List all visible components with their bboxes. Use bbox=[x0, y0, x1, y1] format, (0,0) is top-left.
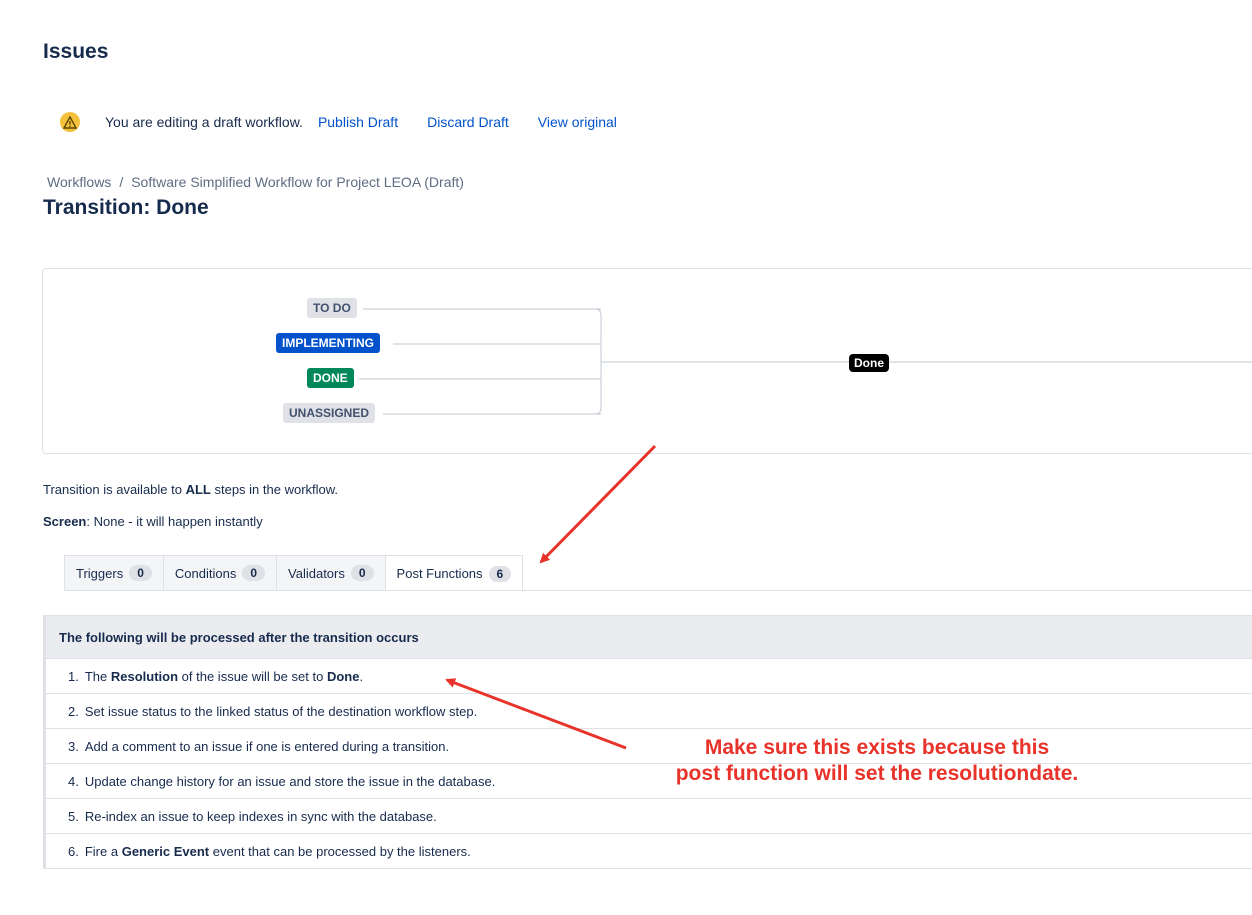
table-row: 1. The Resolution of the issue will be se… bbox=[46, 659, 1252, 694]
row-text: Add a comment to an issue if one is ente… bbox=[84, 738, 450, 754]
view-original-link[interactable]: View original bbox=[538, 114, 617, 130]
availability-bold: ALL bbox=[185, 482, 211, 497]
table-row: 6. Fire a Generic Event event that can be… bbox=[46, 834, 1252, 869]
draft-warning-bar: You are editing a draft workflow. Publis… bbox=[60, 111, 646, 133]
tab-label: Post Functions bbox=[396, 566, 483, 581]
tab-count-badge: 6 bbox=[488, 565, 512, 582]
transition-diagram: TO DO IMPLEMENTING DONE UNASSIGNED Done bbox=[42, 268, 1252, 454]
row-number: 5. bbox=[68, 808, 79, 824]
row-text: of the issue will be set to bbox=[181, 668, 324, 684]
annotation-callout: Make sure this exists because this post … bbox=[612, 735, 1142, 787]
tab-count-badge: 0 bbox=[129, 565, 152, 581]
tab-label: Validators bbox=[288, 565, 345, 581]
table-row: 5. Re-index an issue to keep indexes in s… bbox=[46, 799, 1252, 834]
screen-value: : None - it will happen instantly bbox=[86, 514, 263, 529]
row-text: Update change history for an issue and s… bbox=[84, 773, 496, 789]
row-text: The bbox=[84, 668, 108, 684]
publish-draft-link[interactable]: Publish Draft bbox=[318, 114, 398, 130]
post-functions-header: The following will be processed after th… bbox=[46, 615, 1252, 659]
row-text: Set issue status to the linked status of… bbox=[84, 703, 478, 719]
row-number: 3. bbox=[68, 738, 79, 754]
status-done-lozenge: DONE bbox=[307, 368, 354, 388]
discard-draft-link[interactable]: Discard Draft bbox=[427, 114, 509, 130]
tab-triggers[interactable]: Triggers 0 bbox=[64, 555, 164, 590]
row-number: 6. bbox=[68, 843, 79, 859]
warning-icon bbox=[60, 112, 80, 132]
tabs-divider bbox=[64, 590, 1252, 591]
row-bold-text: Resolution bbox=[110, 668, 179, 684]
status-implementing-lozenge: IMPLEMENTING bbox=[276, 333, 380, 353]
tab-count-badge: 0 bbox=[242, 565, 266, 581]
availability-pre: Transition is available to bbox=[43, 482, 186, 497]
availability-info: Transition is available to ALL steps in … bbox=[43, 482, 338, 497]
row-text: Re-index an issue to keep indexes in syn… bbox=[84, 808, 437, 824]
tab-label: Triggers bbox=[76, 565, 124, 581]
breadcrumb-workflows-link[interactable]: Workflows bbox=[47, 174, 111, 190]
row-bold-text: Generic Event bbox=[121, 843, 210, 859]
row-bold-text: Done bbox=[326, 668, 360, 684]
diagram-connectors bbox=[359, 308, 1252, 415]
page-title: Transition: Done bbox=[43, 196, 209, 219]
breadcrumb: Workflows / Software Simplified Workflow… bbox=[47, 174, 464, 190]
breadcrumb-current-workflow[interactable]: Software Simplified Workflow for Project… bbox=[131, 174, 464, 190]
annotation-line-1: Make sure this exists because this bbox=[704, 736, 1050, 759]
row-text: event that can be processed by the liste… bbox=[212, 843, 471, 859]
tab-validators[interactable]: Validators 0 bbox=[276, 555, 386, 590]
row-text: Fire a bbox=[84, 843, 119, 859]
status-unassigned-lozenge: UNASSIGNED bbox=[283, 403, 376, 423]
row-number: 2. bbox=[68, 703, 79, 719]
draft-message: You are editing a draft workflow. bbox=[105, 114, 303, 130]
availability-post: steps in the workflow. bbox=[210, 482, 339, 497]
breadcrumb-separator: / bbox=[119, 174, 124, 190]
screen-info: Screen: None - it will happen instantly bbox=[43, 514, 263, 529]
annotation-line-2: post function will set the resolutiondat… bbox=[675, 762, 1079, 785]
row-number: 4. bbox=[68, 773, 79, 789]
status-todo-lozenge: TO DO bbox=[307, 298, 357, 318]
row-text: . bbox=[359, 668, 364, 684]
table-row: 2. Set issue status to the linked status … bbox=[46, 694, 1252, 729]
transition-tabs: Triggers 0 Conditions 0 Validators 0 Post F… bbox=[64, 555, 524, 591]
tab-post-functions[interactable]: Post Functions 6 bbox=[384, 555, 524, 591]
row-number: 1. bbox=[68, 668, 79, 684]
tab-count-badge: 0 bbox=[350, 565, 374, 581]
page-heading: Issues bbox=[43, 40, 109, 63]
tab-conditions[interactable]: Conditions 0 bbox=[162, 555, 278, 590]
tab-label: Conditions bbox=[174, 565, 237, 581]
arrow-to-post-functions-tab bbox=[539, 444, 657, 564]
transition-done-label: Done bbox=[849, 354, 889, 372]
screen-label: Screen bbox=[43, 514, 87, 529]
